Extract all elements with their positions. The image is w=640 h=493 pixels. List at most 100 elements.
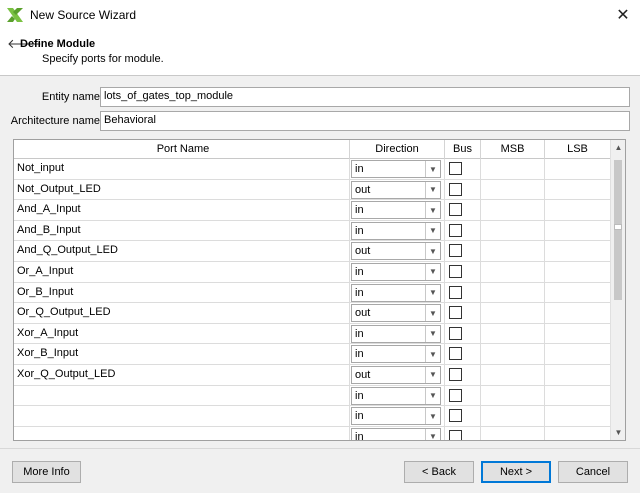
chevron-down-icon[interactable]: ▼ bbox=[425, 161, 440, 177]
table-row[interactable]: And_A_Input in ▼ bbox=[14, 200, 611, 221]
chevron-down-icon[interactable]: ▼ bbox=[425, 428, 440, 440]
port-name-cell[interactable]: And_Q_Output_LED bbox=[14, 241, 350, 261]
lsb-cell[interactable] bbox=[545, 364, 611, 385]
close-icon[interactable]: ✕ bbox=[606, 0, 640, 30]
chevron-down-icon[interactable]: ▼ bbox=[425, 202, 440, 219]
col-lsb[interactable]: LSB bbox=[545, 140, 611, 159]
chevron-down-icon[interactable]: ▼ bbox=[425, 263, 440, 280]
port-name-cell[interactable]: Not_Output_LED bbox=[14, 179, 350, 200]
table-row[interactable]: Or_B_Input in ▼ bbox=[14, 282, 611, 304]
chevron-down-icon[interactable]: ▼ bbox=[425, 243, 440, 260]
lsb-cell[interactable] bbox=[545, 241, 611, 261]
msb-cell[interactable] bbox=[481, 282, 545, 303]
col-msb[interactable]: MSB bbox=[481, 140, 545, 159]
bus-checkbox[interactable] bbox=[449, 244, 462, 258]
direction-select[interactable]: out ▼ bbox=[351, 365, 441, 384]
architecture-name-input[interactable]: Behavioral bbox=[100, 111, 630, 131]
table-row[interactable]: in ▼ bbox=[14, 426, 611, 440]
direction-select[interactable]: out ▼ bbox=[351, 180, 441, 199]
bus-checkbox[interactable] bbox=[449, 182, 462, 196]
cancel-button[interactable]: Cancel bbox=[558, 461, 628, 483]
table-row[interactable]: Xor_Q_Output_LED out ▼ bbox=[14, 364, 611, 386]
port-name-cell[interactable]: And_B_Input bbox=[14, 220, 350, 241]
col-direction[interactable]: Direction bbox=[350, 140, 445, 159]
scroll-up-icon[interactable]: ▲ bbox=[611, 140, 625, 155]
table-row[interactable]: Or_A_Input in ▼ bbox=[14, 261, 611, 283]
next-button[interactable]: Next > bbox=[481, 461, 551, 483]
msb-cell[interactable] bbox=[481, 179, 545, 200]
back-button[interactable]: < Back bbox=[404, 461, 474, 483]
port-name-cell[interactable]: Not_input bbox=[14, 159, 350, 179]
scroll-thumb[interactable] bbox=[614, 160, 622, 300]
table-row[interactable]: Or_Q_Output_LED out ▼ bbox=[14, 303, 611, 324]
table-row[interactable]: in ▼ bbox=[14, 385, 611, 407]
port-name-cell[interactable]: Xor_Q_Output_LED bbox=[14, 364, 350, 385]
msb-cell[interactable] bbox=[481, 385, 545, 406]
lsb-cell[interactable] bbox=[545, 385, 611, 406]
direction-select[interactable]: in ▼ bbox=[351, 324, 441, 343]
port-name-cell[interactable]: Or_B_Input bbox=[14, 282, 350, 303]
direction-select[interactable]: in ▼ bbox=[351, 427, 441, 440]
port-name-cell[interactable]: Xor_A_Input bbox=[14, 323, 350, 344]
lsb-cell[interactable] bbox=[545, 303, 611, 323]
table-row[interactable]: Xor_A_Input in ▼ bbox=[14, 323, 611, 345]
chevron-down-icon[interactable]: ▼ bbox=[425, 181, 440, 198]
lsb-cell[interactable] bbox=[545, 220, 611, 241]
lsb-cell[interactable] bbox=[545, 159, 611, 179]
more-info-button[interactable]: More Info bbox=[12, 461, 81, 483]
vertical-scrollbar[interactable]: ▲ ▼ bbox=[610, 140, 625, 440]
chevron-down-icon[interactable]: ▼ bbox=[425, 387, 440, 404]
direction-select[interactable]: out ▼ bbox=[351, 304, 441, 323]
lsb-cell[interactable] bbox=[545, 344, 611, 364]
direction-select[interactable]: in ▼ bbox=[351, 262, 441, 281]
col-port-name[interactable]: Port Name bbox=[14, 140, 350, 159]
lsb-cell[interactable] bbox=[545, 323, 611, 344]
msb-cell[interactable] bbox=[481, 323, 545, 344]
lsb-cell[interactable] bbox=[545, 179, 611, 200]
chevron-down-icon[interactable]: ▼ bbox=[425, 305, 440, 322]
lsb-cell[interactable] bbox=[545, 406, 611, 426]
direction-select[interactable]: in ▼ bbox=[351, 160, 441, 178]
bus-checkbox[interactable] bbox=[449, 326, 462, 340]
direction-select[interactable]: in ▼ bbox=[351, 221, 441, 240]
msb-cell[interactable] bbox=[481, 241, 545, 261]
lsb-cell[interactable] bbox=[545, 282, 611, 303]
table-row[interactable]: And_Q_Output_LED out ▼ bbox=[14, 241, 611, 262]
msb-cell[interactable] bbox=[481, 220, 545, 241]
msb-cell[interactable] bbox=[481, 261, 545, 282]
chevron-down-icon[interactable]: ▼ bbox=[425, 325, 440, 342]
bus-checkbox[interactable] bbox=[449, 264, 462, 278]
msb-cell[interactable] bbox=[481, 159, 545, 179]
msb-cell[interactable] bbox=[481, 344, 545, 364]
direction-select[interactable]: in ▼ bbox=[351, 283, 441, 302]
table-row[interactable]: Xor_B_Input in ▼ bbox=[14, 344, 611, 365]
lsb-cell[interactable] bbox=[545, 200, 611, 220]
port-name-cell[interactable]: Xor_B_Input bbox=[14, 344, 350, 364]
col-bus[interactable]: Bus bbox=[445, 140, 481, 159]
msb-cell[interactable] bbox=[481, 406, 545, 426]
chevron-down-icon[interactable]: ▼ bbox=[425, 346, 440, 363]
table-row[interactable]: Not_input in ▼ bbox=[14, 159, 611, 180]
lsb-cell[interactable] bbox=[545, 426, 611, 440]
table-row[interactable]: And_B_Input in ▼ bbox=[14, 220, 611, 242]
port-name-cell[interactable]: And_A_Input bbox=[14, 200, 350, 220]
chevron-down-icon[interactable]: ▼ bbox=[425, 284, 440, 301]
port-name-cell[interactable] bbox=[14, 406, 350, 426]
direction-select[interactable]: in ▼ bbox=[351, 345, 441, 364]
msb-cell[interactable] bbox=[481, 303, 545, 323]
bus-checkbox[interactable] bbox=[449, 409, 462, 423]
bus-checkbox[interactable] bbox=[449, 388, 462, 402]
bus-checkbox[interactable] bbox=[449, 347, 462, 361]
chevron-down-icon[interactable]: ▼ bbox=[425, 366, 440, 383]
direction-select[interactable]: out ▼ bbox=[351, 242, 441, 261]
port-name-cell[interactable]: Or_Q_Output_LED bbox=[14, 303, 350, 323]
bus-checkbox[interactable] bbox=[449, 223, 462, 237]
port-name-cell[interactable] bbox=[14, 385, 350, 406]
msb-cell[interactable] bbox=[481, 364, 545, 385]
chevron-down-icon[interactable]: ▼ bbox=[425, 222, 440, 239]
chevron-down-icon[interactable]: ▼ bbox=[425, 408, 440, 425]
entity-name-input[interactable]: lots_of_gates_top_module bbox=[100, 87, 630, 107]
bus-checkbox[interactable] bbox=[449, 285, 462, 299]
port-name-cell[interactable] bbox=[14, 426, 350, 440]
direction-select[interactable]: in ▼ bbox=[351, 386, 441, 405]
